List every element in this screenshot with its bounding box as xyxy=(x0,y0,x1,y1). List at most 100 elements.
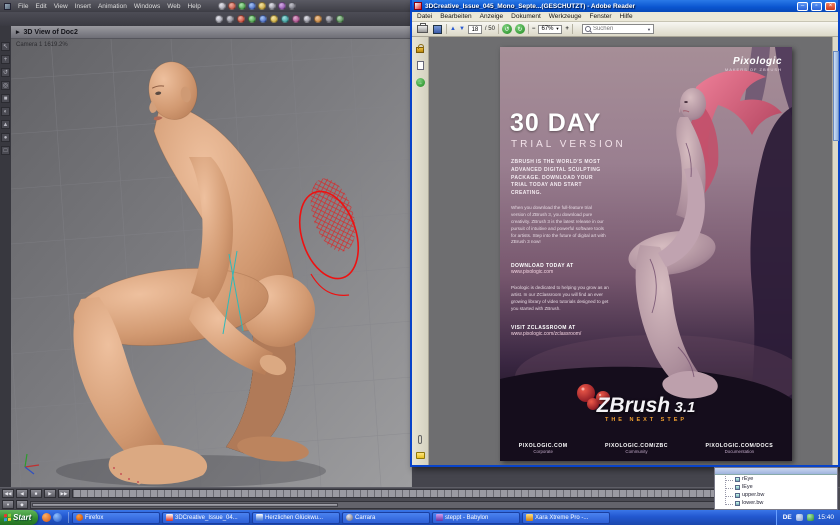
page-up-icon[interactable]: ▲ xyxy=(450,26,456,32)
tool-sphere-icon[interactable] xyxy=(314,15,322,23)
quick-launch-icon[interactable] xyxy=(53,513,62,522)
menu-bearbeiten[interactable]: Bearbeiten xyxy=(440,13,471,20)
security-lock-icon[interactable] xyxy=(416,44,424,53)
pages-panel-icon[interactable] xyxy=(416,61,424,70)
footer-community[interactable]: PIXOLOGIC.COM/ZBC Community xyxy=(605,443,668,454)
keyframe-icon[interactable]: ◆ xyxy=(16,500,28,509)
zoom-level-select[interactable]: 67% ▼ xyxy=(538,24,563,34)
search-dropdown-icon[interactable]: ▼ xyxy=(647,27,651,32)
step-back-button[interactable]: ◀ xyxy=(16,489,28,498)
menu-edit[interactable]: Edit xyxy=(35,3,46,10)
tool-sphere-icon[interactable] xyxy=(247,2,256,10)
previous-view-icon[interactable]: ↺ xyxy=(501,24,512,34)
search-input[interactable] xyxy=(592,26,645,32)
tool-sphere-icon[interactable] xyxy=(257,2,266,10)
shade-tool-icon[interactable]: ◐ xyxy=(1,107,10,116)
task-button-xara[interactable]: Xara Xtreme Pro -... xyxy=(522,511,610,524)
rotate-tool-icon[interactable]: ↺ xyxy=(1,68,10,77)
play-button[interactable]: ▶ xyxy=(44,489,56,498)
hierarchy-item[interactable]: upper.bw xyxy=(715,490,837,499)
tool-sphere-icon[interactable] xyxy=(267,2,276,10)
how-to-icon[interactable]: → xyxy=(415,78,425,87)
menu-anzeige[interactable]: Anzeige xyxy=(480,13,504,20)
3d-viewport[interactable]: Camera 1 1619.2% xyxy=(11,39,412,487)
menu-werkzeuge[interactable]: Werkzeuge xyxy=(549,13,582,20)
stop-button[interactable]: ■ xyxy=(30,489,42,498)
menu-windows[interactable]: Windows xyxy=(134,3,160,10)
next-view-icon[interactable]: ↻ xyxy=(514,24,525,34)
tool-sphere-icon[interactable] xyxy=(303,15,311,23)
start-button[interactable]: Start xyxy=(0,510,38,525)
timeline-ruler[interactable] xyxy=(72,489,750,498)
menu-file[interactable]: File xyxy=(18,3,28,10)
tool-sphere-icon[interactable] xyxy=(227,2,236,10)
timeline-hscroll-thumb[interactable] xyxy=(32,502,339,507)
app-icon[interactable] xyxy=(4,2,11,10)
menu-help[interactable]: Help xyxy=(187,3,200,10)
menu-animation[interactable]: Animation xyxy=(98,3,127,10)
menu-hilfe[interactable]: Hilfe xyxy=(620,13,633,20)
rewind-button[interactable]: ◀◀ xyxy=(2,489,14,498)
restore-button[interactable]: ▫ xyxy=(811,1,822,11)
tool-sphere-icon[interactable] xyxy=(336,15,344,23)
menu-view[interactable]: View xyxy=(54,3,68,10)
task-button-herzlichen[interactable]: Herzlichen Glückwu... xyxy=(252,511,340,524)
camera-tool-icon[interactable]: ▲ xyxy=(1,120,10,129)
menu-fenster[interactable]: Fenster xyxy=(590,13,612,20)
fast-forward-button[interactable]: ▶▶ xyxy=(58,489,70,498)
quick-launch-icon[interactable] xyxy=(42,513,51,522)
tray-app-icon[interactable] xyxy=(806,514,814,521)
tool-sphere-icon[interactable] xyxy=(259,15,267,23)
dot-tool-icon[interactable]: ● xyxy=(1,133,10,142)
tray-clock[interactable]: 15:40 xyxy=(818,514,834,521)
task-button-babylon[interactable]: steppt - Babylon xyxy=(432,511,520,524)
zoom-out-icon[interactable]: − xyxy=(532,26,536,32)
tool-sphere-icon[interactable] xyxy=(270,15,278,23)
viewport-expander-icon[interactable]: ▸ xyxy=(16,28,20,36)
task-button-3dcreative[interactable]: 3DCreative_Issue_04... xyxy=(162,511,250,524)
tool-sphere-icon[interactable] xyxy=(248,15,256,23)
select-tool-icon[interactable]: ↖ xyxy=(1,42,10,51)
zoom-in-icon[interactable]: + xyxy=(565,26,569,32)
pdf-vscrollbar[interactable] xyxy=(832,37,839,465)
pdf-document-area[interactable]: Pixologic MAKERS OF ZBRUSH 30 DAY TRIAL … xyxy=(429,37,832,465)
hierarchy-item[interactable]: lower.bw xyxy=(715,498,837,507)
task-button-firefox[interactable]: Firefox xyxy=(72,511,160,524)
tool-sphere-icon[interactable] xyxy=(237,2,246,10)
attachments-icon[interactable] xyxy=(418,435,422,444)
close-button[interactable]: × xyxy=(825,1,836,11)
menu-datei[interactable]: Datei xyxy=(417,13,432,20)
pdf-titlebar[interactable]: 3DCreative_Issue_045_Mono_Septe...(GESCH… xyxy=(412,0,838,12)
tool-sphere-icon[interactable] xyxy=(226,15,234,23)
tool-sphere-icon[interactable] xyxy=(292,15,300,23)
hierarchy-item[interactable]: lEye xyxy=(715,482,837,491)
menu-insert[interactable]: Insert xyxy=(75,3,91,10)
volume-icon[interactable] xyxy=(795,514,803,521)
language-indicator[interactable]: DE xyxy=(783,514,792,521)
pdf-vscroll-thumb[interactable] xyxy=(833,51,839,141)
menu-dokument[interactable]: Dokument xyxy=(511,13,541,20)
target-tool-icon[interactable]: ◎ xyxy=(1,81,10,90)
tool-sphere-icon[interactable] xyxy=(237,15,245,23)
tool-sphere-icon[interactable] xyxy=(325,15,333,23)
save-icon[interactable] xyxy=(431,24,443,35)
move-tool-icon[interactable]: + xyxy=(1,55,10,64)
hierarchy-item[interactable]: rEye xyxy=(715,474,837,483)
tool-sphere-icon[interactable] xyxy=(215,15,223,23)
minimize-button[interactable]: – xyxy=(797,1,808,11)
frame-tool-icon[interactable]: □ xyxy=(1,146,10,155)
tool-sphere-icon[interactable] xyxy=(277,2,286,10)
footer-documentation[interactable]: PIXOLOGIC.COM/DOCS Documentation xyxy=(705,443,773,454)
page-number-field[interactable]: 18 xyxy=(467,24,482,34)
task-button-carrara[interactable]: Carrara xyxy=(342,511,430,524)
menu-web[interactable]: Web xyxy=(167,3,180,10)
3d-scene-render[interactable] xyxy=(11,39,412,487)
tool-sphere-icon[interactable] xyxy=(217,2,226,10)
print-icon[interactable] xyxy=(416,23,428,35)
hierarchy-panel-header[interactable] xyxy=(715,468,837,475)
footer-corporate[interactable]: PIXOLOGIC.COM Corporate xyxy=(519,443,568,454)
download-link[interactable]: www.pixologic.com xyxy=(511,269,574,275)
comments-icon[interactable] xyxy=(415,452,425,459)
tool-sphere-icon[interactable] xyxy=(281,15,289,23)
zclassroom-link[interactable]: www.pixologic.com/zclassroom/ xyxy=(511,331,581,337)
